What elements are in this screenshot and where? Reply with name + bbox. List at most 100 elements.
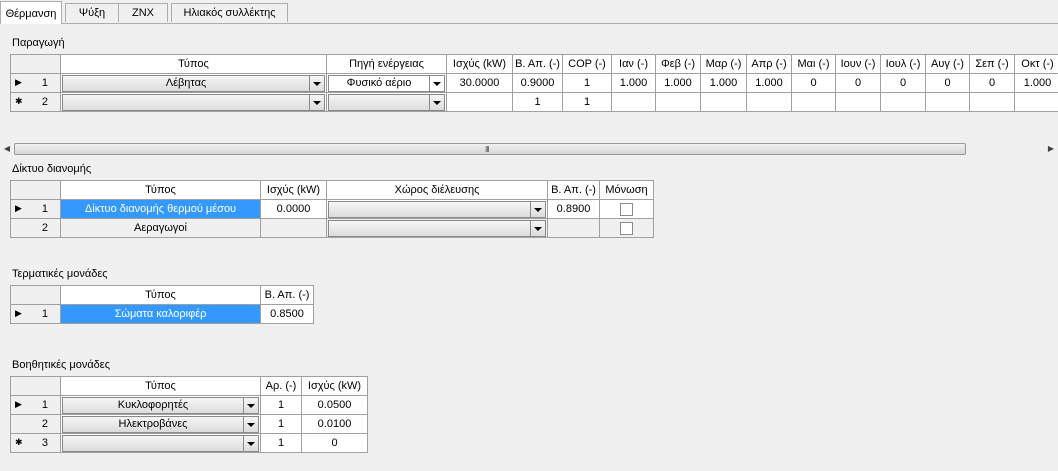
type-dropdown[interactable] bbox=[62, 93, 325, 111]
month-cell[interactable] bbox=[880, 92, 926, 112]
row-header[interactable]: ▶ 1 bbox=[10, 304, 61, 324]
chevron-down-icon[interactable] bbox=[243, 416, 258, 432]
col-header[interactable]: Αρ. (-) bbox=[260, 376, 302, 396]
table-row-new[interactable]: ✱ 3 1 0 bbox=[10, 433, 368, 453]
tab-heating[interactable]: Θέρμανση bbox=[0, 1, 62, 24]
type-cell[interactable]: Κυκλοφορητές bbox=[60, 395, 261, 415]
row-header[interactable]: ▶ 1 bbox=[10, 73, 61, 93]
efficiency-cell[interactable]: 0.9000 bbox=[512, 73, 563, 93]
col-header[interactable]: Φεβ (-) bbox=[655, 54, 701, 74]
col-header[interactable]: Μαι (-) bbox=[791, 54, 836, 74]
chevron-down-icon[interactable] bbox=[309, 75, 324, 91]
chevron-down-icon[interactable] bbox=[429, 75, 444, 91]
type-cell[interactable]: Αεραγωγοί bbox=[60, 218, 261, 238]
power-cell[interactable]: 0.0100 bbox=[301, 414, 368, 434]
efficiency-cell[interactable] bbox=[547, 218, 600, 238]
type-dropdown[interactable] bbox=[62, 434, 259, 452]
month-cell[interactable]: 1.000 bbox=[611, 73, 656, 93]
month-cell[interactable] bbox=[835, 92, 881, 112]
col-header[interactable]: Απρ (-) bbox=[746, 54, 792, 74]
col-header[interactable]: Β. Απ. (-) bbox=[260, 285, 314, 305]
chevron-down-icon[interactable] bbox=[243, 397, 258, 413]
type-cell-selected[interactable]: Δίκτυο διανομής θερμού μέσου bbox=[60, 199, 261, 219]
count-cell[interactable]: 1 bbox=[260, 395, 302, 415]
count-cell[interactable]: 1 bbox=[260, 414, 302, 434]
scroll-thumb[interactable]: III bbox=[14, 143, 966, 155]
tab-solar-collector[interactable]: Ηλιακός συλλέκτης bbox=[171, 3, 288, 22]
month-cell[interactable]: 0 bbox=[969, 73, 1015, 93]
col-header[interactable]: Μόνωση bbox=[599, 180, 654, 200]
month-cell[interactable]: 0 bbox=[925, 73, 970, 93]
space-cell[interactable] bbox=[326, 199, 548, 219]
efficiency-cell[interactable]: 1 bbox=[512, 92, 563, 112]
power-cell[interactable]: 30.0000 bbox=[446, 73, 513, 93]
col-header[interactable]: Ιουν (-) bbox=[835, 54, 881, 74]
passage-space-dropdown[interactable] bbox=[328, 219, 546, 237]
type-dropdown[interactable]: Κυκλοφορητές bbox=[62, 396, 259, 414]
type-cell[interactable]: Ηλεκτροβάνες bbox=[60, 414, 261, 434]
month-cell[interactable] bbox=[925, 92, 970, 112]
type-cell[interactable] bbox=[60, 92, 327, 112]
month-cell[interactable]: 1.000 bbox=[655, 73, 701, 93]
row-header[interactable]: 2 bbox=[10, 414, 61, 434]
energy-source-dropdown[interactable] bbox=[328, 93, 445, 111]
month-cell[interactable]: 1.000 bbox=[1014, 73, 1058, 93]
type-dropdown[interactable]: Λέβητας bbox=[62, 74, 325, 92]
power-cell[interactable] bbox=[260, 218, 327, 238]
col-header[interactable]: Β. Απ. (-) bbox=[547, 180, 600, 200]
col-header[interactable]: Τύπος bbox=[60, 180, 261, 200]
month-cell[interactable]: 0 bbox=[880, 73, 926, 93]
insulation-cell[interactable] bbox=[599, 199, 654, 219]
type-cell[interactable] bbox=[60, 433, 261, 453]
col-header[interactable]: Πηγή ενέργειας bbox=[326, 54, 447, 74]
type-cell-selected[interactable]: Σώματα καλοριφέρ bbox=[60, 304, 261, 324]
table-row-new[interactable]: ✱ 2 1 1 bbox=[10, 92, 1058, 112]
table-row[interactable]: ▶ 1 Δίκτυο διανομής θερμού μέσου 0.0000 0… bbox=[10, 199, 654, 219]
col-header[interactable]: Ιαν (-) bbox=[611, 54, 656, 74]
cop-cell[interactable]: 1 bbox=[562, 92, 612, 112]
table-row[interactable]: 2 Ηλεκτροβάνες 1 0.0100 bbox=[10, 414, 368, 434]
row-header[interactable]: 2 bbox=[10, 218, 61, 238]
month-cell[interactable] bbox=[1014, 92, 1058, 112]
col-header[interactable]: Χώρος διέλευσης bbox=[326, 180, 548, 200]
cop-cell[interactable]: 1 bbox=[562, 73, 612, 93]
tab-dhw[interactable]: ZNX bbox=[118, 3, 168, 22]
scroll-right-icon[interactable]: ▶ bbox=[1044, 141, 1058, 157]
energy-source-dropdown[interactable]: Φυσικό αέριο bbox=[328, 74, 445, 92]
passage-space-dropdown[interactable] bbox=[328, 200, 546, 218]
col-header[interactable]: COP (-) bbox=[562, 54, 612, 74]
col-header[interactable]: Β. Απ. (-) bbox=[512, 54, 563, 74]
col-header[interactable]: Μαρ (-) bbox=[700, 54, 747, 74]
col-header[interactable]: Σεπ (-) bbox=[969, 54, 1015, 74]
row-header[interactable]: ▶ 1 bbox=[10, 199, 61, 219]
col-header[interactable]: Τύπος bbox=[60, 285, 261, 305]
type-dropdown[interactable]: Ηλεκτροβάνες bbox=[62, 415, 259, 433]
month-cell[interactable] bbox=[969, 92, 1015, 112]
table-row[interactable]: ▶ 1 Λέβητας Φυσικό αέριο 30.0000 0.9000 1… bbox=[10, 73, 1058, 93]
month-cell[interactable] bbox=[791, 92, 836, 112]
col-header[interactable]: Οκτ (-) bbox=[1014, 54, 1058, 74]
power-cell[interactable]: 0.0500 bbox=[301, 395, 368, 415]
table-row[interactable]: ▶ 1 Κυκλοφορητές 1 0.0500 bbox=[10, 395, 368, 415]
col-header[interactable]: Αυγ (-) bbox=[925, 54, 970, 74]
insulation-checkbox[interactable] bbox=[620, 202, 633, 216]
col-header[interactable]: Ιουλ (-) bbox=[880, 54, 926, 74]
power-cell[interactable]: 0.0000 bbox=[260, 199, 327, 219]
month-cell[interactable] bbox=[655, 92, 701, 112]
source-cell[interactable]: Φυσικό αέριο bbox=[326, 73, 447, 93]
month-cell[interactable] bbox=[746, 92, 792, 112]
insulation-checkbox[interactable] bbox=[620, 221, 633, 235]
power-cell[interactable] bbox=[446, 92, 513, 112]
row-header[interactable]: ✱ 3 bbox=[10, 433, 61, 453]
month-cell[interactable] bbox=[700, 92, 747, 112]
efficiency-cell[interactable]: 0.8500 bbox=[260, 304, 314, 324]
row-header[interactable]: ✱ 2 bbox=[10, 92, 61, 112]
row-header[interactable]: ▶ 1 bbox=[10, 395, 61, 415]
chevron-down-icon[interactable] bbox=[530, 220, 545, 236]
scroll-left-icon[interactable]: ◀ bbox=[0, 141, 14, 157]
power-cell[interactable]: 0 bbox=[301, 433, 368, 453]
table-row[interactable]: ▶ 1 Σώματα καλοριφέρ 0.8500 bbox=[10, 304, 314, 324]
col-header[interactable]: Ισχύς (kW) bbox=[260, 180, 327, 200]
month-cell[interactable]: 0 bbox=[791, 73, 836, 93]
chevron-down-icon[interactable] bbox=[530, 201, 545, 217]
